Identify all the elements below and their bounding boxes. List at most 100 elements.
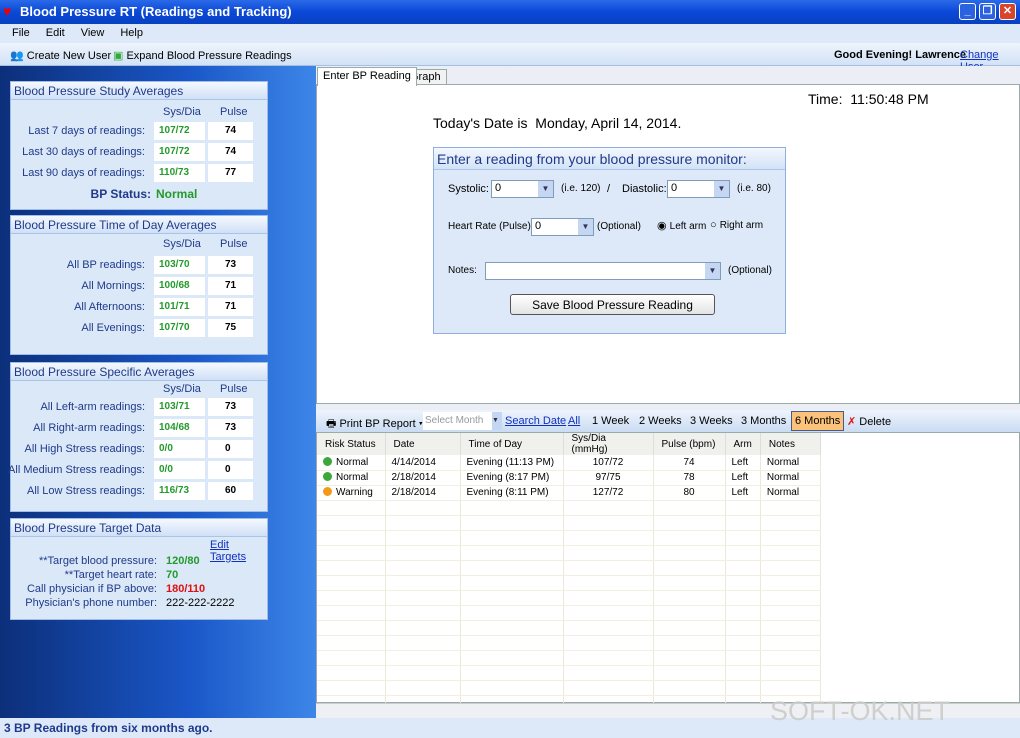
chevron-down-icon: ▼ (705, 263, 720, 279)
menu-edit[interactable]: Edit (34, 24, 65, 39)
systolic-label: Systolic: (448, 183, 489, 195)
table-row[interactable]: Normal 2/18/2014 Evening (8:17 PM) 97/75… (317, 470, 821, 486)
search-date-link[interactable]: Search Date (505, 415, 566, 427)
right-arm-radio[interactable]: ○ Right arm (710, 219, 763, 231)
column-header[interactable]: Arm (725, 433, 761, 455)
expand-readings-button[interactable]: ▣ Expand Blood Pressure Readings (113, 49, 292, 62)
close-button[interactable]: ✕ (999, 3, 1016, 20)
arm-cell: Left (725, 485, 761, 501)
greeting: Good Evening! Lawrence (834, 49, 967, 61)
empty-row (317, 545, 821, 561)
avg-pulse: 73 (208, 398, 253, 416)
hr-optional: (Optional) (597, 221, 641, 232)
status-dot-icon (323, 487, 332, 496)
avg-row-label: All Medium Stress readings: (8, 464, 145, 476)
chevron-down-icon: ▼ (538, 181, 553, 197)
delete-button[interactable]: ✗ Delete (847, 415, 891, 428)
avg-sysdia: 0/0 (154, 461, 205, 479)
empty-row (317, 665, 821, 681)
notes-optional: (Optional) (728, 265, 772, 276)
column-header[interactable]: Notes (760, 433, 821, 455)
avg-pulse: 74 (208, 143, 253, 161)
6-months-button[interactable]: 6 Months (791, 411, 845, 431)
avg-sysdia: 103/71 (154, 398, 205, 416)
empty-row (317, 575, 821, 591)
column-header[interactable]: Sys/Dia (mmHg) (563, 433, 654, 455)
empty-row (317, 515, 821, 531)
slash: / (607, 183, 611, 195)
col-sysdia: Sys/Dia (163, 106, 201, 118)
chevron-down-icon: ▼ (492, 412, 502, 430)
menu-view[interactable]: View (69, 24, 105, 39)
tab-enter-bp[interactable]: Enter BP Reading (317, 67, 417, 86)
empty-row (317, 560, 821, 576)
save-reading-button[interactable]: Save Blood Pressure Reading (510, 294, 715, 315)
bp-status-value: Normal (156, 187, 198, 201)
avg-sysdia: 107/72 (154, 122, 205, 140)
heart-rate-select[interactable]: 0 ▼ (531, 218, 594, 236)
target-label: Physician's phone number: (25, 597, 157, 609)
bp-cell: 127/72 (563, 485, 654, 501)
tod-title: Blood Pressure Time of Day Averages (11, 216, 267, 234)
status-dot-icon (323, 472, 332, 481)
notes-cell: Normal (760, 485, 821, 501)
empty-row (317, 605, 821, 621)
avg-sysdia: 107/72 (154, 143, 205, 161)
time-cell: Evening (8:17 PM) (460, 470, 564, 486)
3-months-button[interactable]: 3 Months (741, 415, 786, 427)
create-user-button[interactable]: 👥 Create New User (10, 49, 111, 62)
menu-help[interactable]: Help (108, 24, 143, 39)
date-cell: 4/14/2014 (385, 455, 461, 471)
column-header[interactable]: Pulse (bpm) (653, 433, 726, 455)
arm-cell: Left (725, 455, 761, 471)
avg-pulse: 74 (208, 122, 253, 140)
time-label: Time: 11:50:48 PM (808, 91, 929, 107)
heart-icon: ♥ (3, 3, 12, 19)
col-pulse: Pulse (220, 238, 248, 250)
risk-status: Normal (336, 472, 369, 483)
1-week-button[interactable]: 1 Week (592, 415, 629, 427)
all-link[interactable]: All (568, 415, 580, 427)
specific-title: Blood Pressure Specific Averages (11, 363, 267, 381)
avg-row-label: All Mornings: (81, 280, 145, 292)
date-cell: 2/18/2014 (385, 470, 461, 486)
diastolic-select[interactable]: 0 ▼ (667, 180, 730, 198)
target-value: 120/80 (166, 555, 200, 567)
notes-label: Notes: (448, 265, 477, 276)
minimize-button[interactable]: _ (959, 3, 976, 20)
month-select[interactable]: Select Month ▼ (423, 412, 502, 430)
avg-sysdia: 110/73 (154, 164, 205, 182)
edit-targets-link[interactable]: Edit Targets (210, 539, 267, 563)
pulse-cell: 78 (653, 470, 726, 486)
table-row[interactable]: Warning 2/18/2014 Evening (8:11 PM) 127/… (317, 485, 821, 501)
target-label: Call physician if BP above: (26, 583, 157, 595)
date-value: Monday, April 14, 2014. (535, 115, 682, 131)
col-sysdia: Sys/Dia (163, 383, 201, 395)
column-header[interactable]: Risk Status (317, 433, 386, 455)
col-pulse: Pulse (220, 383, 248, 395)
avg-pulse: 77 (208, 164, 253, 182)
menu-file[interactable]: File (0, 24, 30, 39)
left-arm-radio[interactable]: ◉ Left arm (657, 219, 706, 232)
grid-toolbar: 🖶 Print BP Report ▾ Select Month ▼ Search… (316, 410, 1020, 432)
heart-rate-label: Heart Rate (Pulse): (448, 221, 534, 232)
restore-button[interactable]: ❐ (979, 3, 996, 20)
column-header[interactable]: Time of Day (460, 433, 564, 455)
study-title: Blood Pressure Study Averages (11, 82, 267, 100)
2-weeks-button[interactable]: 2 Weeks (639, 415, 682, 427)
column-header[interactable]: Date (385, 433, 461, 455)
avg-row-label: All BP readings: (66, 259, 145, 271)
3-weeks-button[interactable]: 3 Weeks (690, 415, 733, 427)
avg-row-label: Last 7 days of readings: (28, 125, 145, 137)
empty-row (317, 650, 821, 666)
chevron-down-icon: ▼ (578, 219, 593, 235)
table-row[interactable]: Normal 4/14/2014 Evening (11:13 PM) 107/… (317, 455, 821, 471)
bp-cell: 107/72 (563, 455, 654, 471)
pulse-cell: 80 (653, 485, 726, 501)
avg-pulse: 75 (208, 319, 253, 337)
date-label: Today's Date is Monday, April 14, 2014. (433, 115, 682, 131)
reading-form: Enter a reading from your blood pressure… (433, 147, 786, 334)
notes-input[interactable]: ▼ (485, 262, 721, 280)
expand-label: Expand Blood Pressure Readings (126, 50, 292, 62)
systolic-select[interactable]: 0 ▼ (491, 180, 554, 198)
